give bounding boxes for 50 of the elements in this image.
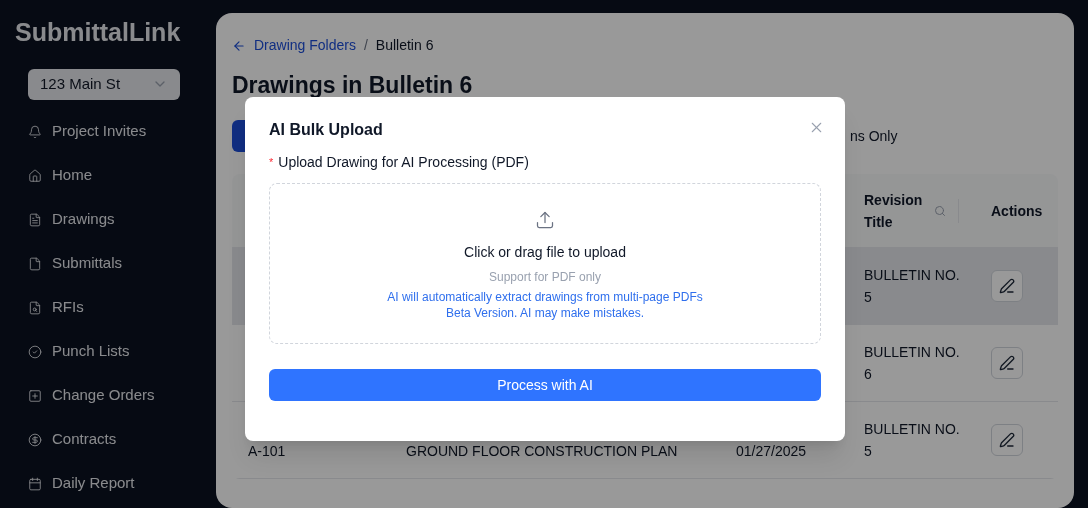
app-logo: SubmittalLink [15, 17, 182, 48]
table-cell: GROUND FLOOR CONSTRUCTION PLAN [406, 442, 678, 459]
table-cell: 01/27/2025 [736, 442, 807, 459]
dollar-circle-icon [28, 432, 42, 447]
sidebar-item[interactable]: Drawings [28, 197, 188, 242]
back-link[interactable]: Drawing Folders [232, 35, 356, 56]
pen-icon [999, 278, 1015, 294]
check-circle-icon [28, 344, 42, 359]
bell-icon [28, 124, 42, 139]
dropzone-note: AI will automatically extract drawings from multi-page PDFs [387, 289, 703, 305]
field-label: Upload Drawing for AI Processing (PDF) [278, 153, 529, 172]
toggle-label: ns Only [850, 126, 898, 146]
sidebar-item[interactable]: Home [28, 153, 188, 198]
pen-icon [999, 432, 1015, 448]
file-icon [28, 256, 42, 271]
sidebar-item[interactable]: Contracts [28, 417, 188, 462]
calendar-icon [28, 476, 42, 491]
edit-button[interactable] [991, 424, 1023, 456]
sidebar-item[interactable]: Punch Lists [28, 329, 188, 374]
plus-square-icon [28, 388, 42, 403]
project-select[interactable]: 123 Main St [28, 68, 180, 100]
breadcrumb-separator: / [363, 36, 368, 55]
dialog-title: AI Bulk Upload [269, 120, 383, 140]
sidebar-item[interactable]: Submittals [28, 241, 188, 286]
process-button[interactable]: Process with AI [269, 369, 821, 401]
sidebar-item[interactable]: Project Invites [28, 109, 188, 154]
breadcrumb-current: Bulletin 6 [375, 36, 434, 55]
edit-button[interactable] [991, 347, 1023, 379]
column-header: Revision Title [864, 190, 924, 232]
home-icon [28, 168, 42, 183]
sidebar-item[interactable]: RFIs [28, 285, 188, 330]
table-cell: A-101 [248, 442, 286, 459]
table-cell-text: BULLETIN NO. 5 [864, 420, 960, 461]
sidebar-item[interactable]: Daily Report [28, 461, 188, 506]
table-cell-text: BULLETIN NO. 5 [864, 266, 960, 307]
dropzone-note: Beta Version. AI may make mistakes. [445, 305, 645, 321]
dropzone-text: Click or drag file to upload [464, 243, 626, 262]
arrow-left-icon [232, 38, 246, 53]
upload-dropzone[interactable]: Click or drag file to upload Support for PDF only AI will automatically extract drawings from multi-page PDFs Beta Version. AI may make mistakes. [269, 183, 821, 344]
document-search-icon [28, 300, 42, 315]
document-icon [28, 212, 42, 227]
upload-icon [535, 210, 555, 230]
page-heading: Drawings in Bulletin 6 [232, 74, 473, 97]
required-mark: * [269, 155, 274, 171]
table-cell-text: BULLETIN NO. 6 [864, 343, 960, 384]
edit-button[interactable] [991, 270, 1023, 302]
dropzone-hint: Support for PDF only [488, 269, 602, 286]
column-header: Actions [991, 201, 1043, 221]
sidebar-item[interactable]: Change Orders [28, 373, 188, 418]
pen-icon [999, 355, 1015, 371]
